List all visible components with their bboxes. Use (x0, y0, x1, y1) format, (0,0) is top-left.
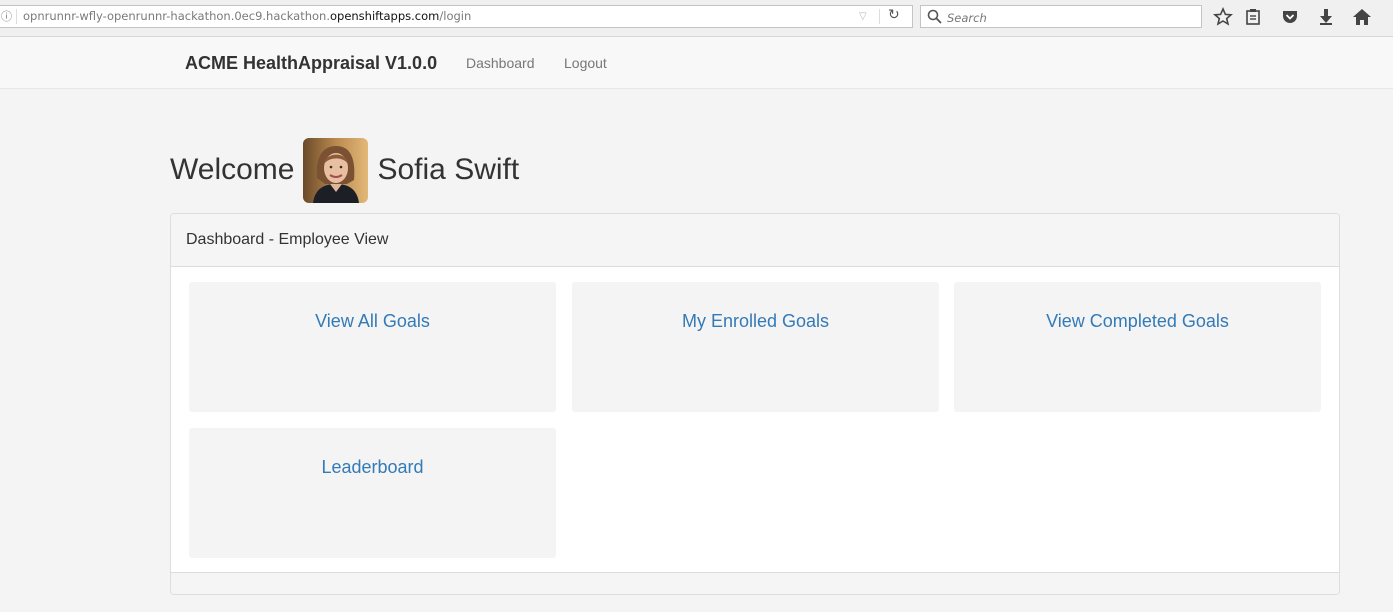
panel-heading: Dashboard - Employee View (171, 214, 1339, 267)
dashboard-panel: Dashboard - Employee View View All Goals… (170, 213, 1340, 595)
welcome-label: Welcome (170, 153, 295, 186)
home-icon[interactable] (1352, 7, 1372, 27)
leaderboard-link[interactable]: Leaderboard (321, 457, 423, 478)
view-completed-goals-link[interactable]: View Completed Goals (1046, 311, 1229, 332)
app-navbar: ACME HealthAppraisal V1.0.0 Dashboard Lo… (0, 37, 1393, 89)
user-name: Sofia Swift (377, 153, 520, 186)
address-separator (16, 9, 17, 24)
panel-footer (171, 572, 1339, 594)
app-brand[interactable]: ACME HealthAppraisal V1.0.0 (185, 53, 437, 74)
search-input[interactable] (945, 7, 1199, 28)
user-avatar (303, 137, 369, 203)
welcome-heading: Welcome Sofia Swift (170, 137, 519, 203)
history-dropdown-icon[interactable]: ▽ (859, 6, 867, 27)
nav-logout-link[interactable]: Logout (564, 55, 607, 71)
nav-dashboard-link[interactable]: Dashboard (466, 55, 535, 71)
url-path: /login (439, 9, 472, 23)
bookmark-star-icon[interactable] (1213, 7, 1233, 27)
my-enrolled-goals-link[interactable]: My Enrolled Goals (682, 311, 829, 332)
download-icon[interactable] (1316, 7, 1336, 27)
browser-toolbar: ⓘ opnrunnr-wfly-openrunnr-hackathon.0ec9… (0, 0, 1393, 37)
reading-list-icon[interactable] (1243, 7, 1263, 27)
search-icon (927, 9, 943, 25)
tile-leaderboard[interactable]: Leaderboard (189, 428, 556, 558)
url-text[interactable]: opnrunnr-wfly-openrunnr-hackathon.0ec9.h… (23, 6, 471, 27)
url-domain: openshiftapps.com (329, 9, 440, 23)
tile-view-all-goals[interactable]: View All Goals (189, 282, 556, 412)
address-separator-2 (879, 9, 880, 24)
pocket-icon[interactable] (1280, 7, 1300, 27)
info-icon[interactable]: ⓘ (1, 6, 12, 27)
view-all-goals-link[interactable]: View All Goals (315, 311, 430, 332)
reload-icon[interactable]: ↻ (888, 5, 900, 26)
address-bar[interactable]: ⓘ opnrunnr-wfly-openrunnr-hackathon.0ec9… (0, 5, 913, 28)
tile-view-completed-goals[interactable]: View Completed Goals (954, 282, 1321, 412)
browser-search-box[interactable] (920, 5, 1202, 28)
url-prefix: opnrunnr-wfly-openrunnr-hackathon.0ec9.h… (23, 9, 330, 23)
tile-my-enrolled-goals[interactable]: My Enrolled Goals (572, 282, 939, 412)
